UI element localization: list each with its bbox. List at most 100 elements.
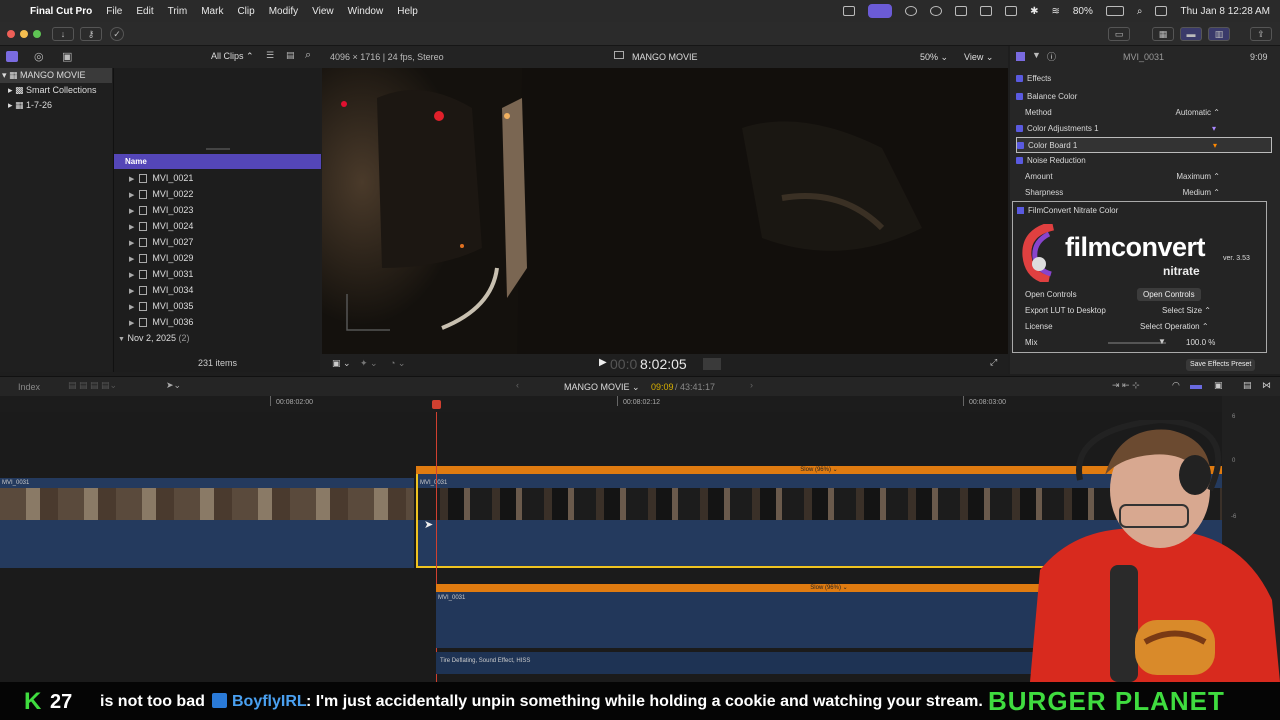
open-controls-button[interactable]: Open Controls (1137, 288, 1201, 301)
search-icon[interactable]: ⌕ (305, 49, 311, 62)
list-item[interactable]: ▶ MVI_0023 (114, 202, 321, 218)
menu-file[interactable]: File (106, 6, 122, 17)
forward-icon[interactable]: › (750, 380, 753, 390)
wifi-icon[interactable]: ≋ (1051, 6, 1059, 17)
photos-icon[interactable]: ◎ (34, 50, 44, 63)
show-browser-icon[interactable]: ▦ (1152, 27, 1174, 41)
menu-window[interactable]: Window (348, 6, 384, 17)
headphones-icon[interactable]: ◠ (1172, 380, 1180, 391)
timeline-ruler[interactable]: 00:08:02:00 00:08:02:12 00:08:03:00 (0, 396, 1222, 412)
zoom-window-button[interactable] (33, 30, 41, 38)
list-item[interactable]: ▶ MVI_0022 (114, 186, 321, 202)
clip-appearance-icon[interactable]: ▣ (1214, 380, 1223, 391)
library-item[interactable]: ▾ ▦ MANGO MOVIE (0, 68, 112, 83)
menu-modify[interactable]: Modify (269, 6, 298, 17)
list-item[interactable]: ▶ MVI_0021 (114, 170, 321, 186)
filmconvert-header[interactable]: FilmConvert Nitrate Color (1017, 204, 1118, 218)
list-item[interactable]: ▶ MVI_0027 (114, 234, 321, 250)
edit-tools-icon[interactable]: ▤ ▤ ▤ ▤⌄ (68, 380, 117, 391)
color-inspector-icon[interactable]: ▼ (1032, 50, 1041, 60)
date-group-row[interactable]: ▼ Nov 2, 2025 (2) (114, 330, 321, 346)
back-icon[interactable]: ‹ (516, 380, 519, 390)
checkbox-icon[interactable] (1017, 142, 1024, 150)
slider-thumb-icon[interactable]: ▼ (1158, 337, 1166, 346)
color-board-icon[interactable]: ▾ (1213, 138, 1217, 154)
view-dropdown[interactable]: View ⌄ (964, 52, 993, 63)
video-viewer[interactable] (322, 68, 1008, 354)
menu-clip[interactable]: Clip (237, 6, 254, 17)
status-icon[interactable] (843, 6, 856, 16)
list-view-icon[interactable]: ▤ (286, 50, 295, 61)
import-icon[interactable]: ↓ (52, 27, 74, 41)
color-board-row[interactable]: Color Board 1 ▾ (1016, 137, 1272, 153)
project-dropdown[interactable]: MANGO MOVIE ⌄ (564, 382, 640, 393)
battery-percent[interactable]: 80% (1073, 6, 1093, 17)
volume-icon[interactable] (955, 6, 968, 16)
playhead-handle-icon[interactable] (432, 400, 441, 409)
list-item[interactable]: ▶ MVI_0035 (114, 298, 321, 314)
menu-view[interactable]: View (312, 6, 334, 17)
screen-record-icon[interactable] (868, 4, 893, 18)
timeline-tools-icon[interactable]: ⇥ ⇤ ⊹ (1112, 380, 1140, 391)
checkbox-icon[interactable] (1017, 207, 1024, 215)
color-adjustments-row[interactable]: Color Adjustments 1 ▾ (1016, 121, 1272, 137)
skimming-icon[interactable] (1190, 385, 1202, 389)
balance-color-row[interactable]: Balance Color (1016, 89, 1272, 105)
effects-section[interactable]: Effects (1016, 71, 1272, 87)
select-tool-icon[interactable]: ➤⌄ (166, 380, 181, 391)
titles-icon[interactable]: ▣ (62, 50, 72, 63)
list-item[interactable]: ▶ MVI_0034 (114, 282, 321, 298)
checkbox-icon[interactable] (1016, 125, 1023, 133)
transform-icon[interactable]: ▣ ⌄ (332, 358, 351, 369)
transitions-icon[interactable]: ⋈ (1262, 380, 1271, 391)
clock[interactable]: Thu Jan 8 12:28 AM (1180, 6, 1270, 17)
timecode-display[interactable]: 8:02:05 (640, 356, 687, 372)
checkbox-icon[interactable] (1016, 75, 1023, 83)
spotlight-icon[interactable]: ⌕ (1137, 6, 1143, 17)
noise-reduction-row[interactable]: Noise Reduction (1016, 153, 1272, 169)
menu-edit[interactable]: Edit (136, 6, 153, 17)
minimize-window-button[interactable] (20, 30, 28, 38)
status-icon[interactable] (905, 6, 918, 16)
enhance-icon[interactable]: ✦ ⌄ (360, 358, 378, 369)
clip-filter-dropdown[interactable]: All Clips ⌃ (211, 51, 254, 62)
mix-value[interactable]: 100.0 % (1186, 338, 1215, 347)
smart-collections-item[interactable]: ▸ ▩ Smart Collections (0, 83, 112, 98)
checkbox-icon[interactable] (1016, 93, 1023, 101)
speed-icon[interactable]: ◔ ⌄ (390, 358, 405, 369)
zoom-dropdown[interactable]: 50% ⌄ (920, 52, 948, 63)
method-dropdown[interactable]: Automatic ⌃ (1175, 105, 1220, 121)
libraries-icon[interactable] (6, 51, 18, 62)
background-tasks-icon[interactable]: ✓ (110, 27, 124, 41)
show-inspector-icon[interactable]: ▥ (1208, 27, 1230, 41)
checkbox-icon[interactable] (1016, 157, 1023, 165)
display-icon[interactable] (1005, 6, 1018, 16)
event-item[interactable]: ▸ ▦ 1-7-26 (0, 98, 112, 113)
list-item[interactable]: ▶ MVI_0024 (114, 218, 321, 234)
share-icon[interactable]: ⇪ (1250, 27, 1272, 41)
menu-mark[interactable]: Mark (201, 6, 223, 17)
control-center-icon[interactable] (1155, 6, 1168, 16)
keywords-icon[interactable]: ⚷ (80, 27, 102, 41)
info-icon[interactable]: ⓘ (1047, 50, 1056, 63)
video-inspector-icon[interactable] (1016, 52, 1025, 61)
status-icon[interactable] (980, 6, 993, 16)
export-lut-dropdown[interactable]: Select Size ⌃ (1162, 306, 1211, 315)
bluetooth-icon[interactable]: ✱ (1030, 6, 1038, 17)
sharpness-dropdown[interactable]: Medium ⌃ (1183, 185, 1220, 201)
menu-help[interactable]: Help (397, 6, 418, 17)
index-button[interactable]: Index (18, 382, 40, 392)
effects-browser-icon[interactable]: ▤ (1243, 380, 1252, 391)
list-item[interactable]: ▶ MVI_0036 (114, 314, 321, 330)
list-item[interactable]: ▶ MVI_0029 (114, 250, 321, 266)
resize-handle[interactable] (206, 148, 230, 150)
license-dropdown[interactable]: Select Operation ⌃ (1140, 322, 1209, 331)
play-button[interactable]: ▶ (599, 357, 607, 368)
play-icon[interactable] (930, 6, 943, 16)
app-menu[interactable]: Final Cut Pro (30, 6, 92, 17)
list-item[interactable]: ▶ MVI_0031 (114, 266, 321, 282)
filmstrip-view-icon[interactable]: ☰ (266, 50, 274, 61)
save-effects-preset-button[interactable]: Save Effects Preset (1186, 359, 1256, 371)
name-column-header[interactable]: Name (114, 154, 321, 169)
layout-icon[interactable]: ▭ (1108, 27, 1130, 41)
